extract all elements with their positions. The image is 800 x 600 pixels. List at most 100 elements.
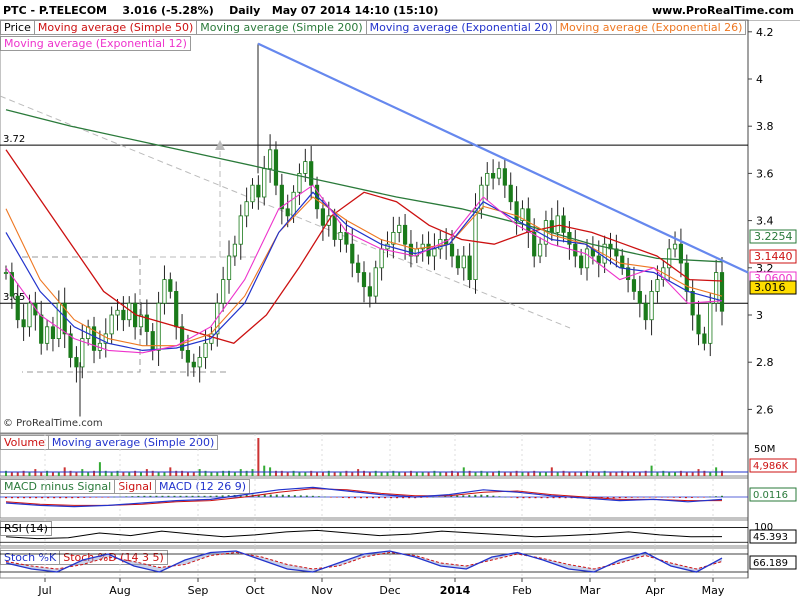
macd-hist-bar	[257, 494, 260, 497]
candle-body	[508, 184, 513, 203]
macd-hist-bar	[137, 495, 140, 497]
rsi-tick-label: 100	[754, 522, 773, 533]
candle-body	[491, 172, 496, 179]
macd-hist-bar	[672, 497, 675, 498]
volume-bar	[521, 472, 524, 476]
macd-hist-bar	[696, 497, 699, 498]
x-tick-label-9: Apr	[645, 584, 665, 597]
candle-body	[62, 302, 67, 335]
legend-ema26[interactable]: Moving average (Exponential 26)	[555, 20, 747, 35]
macd-hist-bar	[594, 497, 597, 499]
volume-bar	[216, 472, 219, 476]
volume-bar	[110, 472, 113, 476]
macd-hist-bar	[161, 495, 164, 497]
volume-bar	[175, 470, 178, 476]
volume-bar	[181, 470, 184, 476]
candle-body	[56, 302, 61, 340]
volume-bar	[409, 470, 412, 476]
candle-body	[473, 208, 478, 281]
volume-bar	[456, 472, 459, 476]
candle-body	[555, 215, 560, 233]
volume-bar	[668, 472, 671, 476]
chart-canvas: 3.72 3.05 Jul Aug Sep Oct Nov Dec 2014 Feb Mar Apr…	[0, 19, 797, 597]
chart-window: PTC - P.TELECOM 3.016 (-5.28%) Daily May…	[0, 0, 800, 600]
volume-bar	[515, 470, 518, 476]
candle-body	[356, 262, 361, 273]
volume-bar	[609, 472, 612, 476]
legend-volume-sma200[interactable]: Moving average (Simple 200)	[47, 435, 219, 450]
candle-body	[168, 279, 173, 292]
legend-volume[interactable]: Volume	[0, 435, 49, 450]
volume-bar	[386, 472, 389, 476]
macd-hist-bar	[77, 497, 80, 499]
volume-bar	[445, 472, 448, 476]
volume-bar	[198, 469, 201, 476]
macd-hist-bar	[540, 497, 543, 499]
candle-body	[15, 295, 20, 321]
volume-bar	[656, 472, 659, 476]
ma-ema12-line	[5, 184, 723, 354]
macd-hist-bar	[305, 495, 308, 497]
legend-sma50[interactable]: Moving average (Simple 50)	[33, 20, 198, 35]
volume-bar	[139, 472, 142, 476]
volume-bar	[157, 472, 160, 476]
volume-bar	[603, 470, 606, 476]
legend-price[interactable]: Price	[0, 20, 35, 35]
trendline	[257, 42, 749, 274]
ma-sma50-line	[5, 149, 723, 345]
volume-bar	[685, 472, 688, 476]
macd-hist-bar	[11, 497, 14, 499]
candle-body	[320, 208, 326, 226]
candle-body	[420, 243, 425, 250]
volume-bar	[222, 470, 225, 476]
candle-body	[127, 302, 132, 321]
candle-body	[174, 290, 179, 328]
macd-hist-bar	[209, 495, 212, 497]
candle-body	[86, 326, 91, 339]
volume-bar	[239, 469, 242, 476]
macd-hist-bar	[498, 496, 501, 497]
y-tick-label-7: 4	[756, 73, 763, 86]
macd-hist-bar	[486, 495, 489, 497]
candle-body	[438, 239, 443, 250]
legend-ema20[interactable]: Moving average (Exponential 20)	[365, 20, 557, 35]
legend-stoch-d[interactable]: Stoch %D (14 3 5)	[59, 550, 168, 565]
legend-rsi[interactable]: RSI (14)	[0, 521, 52, 536]
macd-hist-bar	[341, 497, 344, 498]
candle-body	[179, 326, 185, 351]
macd-hist-bar	[269, 494, 272, 497]
site-url[interactable]: www.ProRealTime.com	[652, 4, 794, 17]
legend-sma200[interactable]: Moving average (Simple 200)	[196, 20, 367, 35]
volume-bar	[210, 472, 213, 476]
macd-hist-bar	[372, 497, 375, 499]
candle-body	[226, 255, 232, 281]
macd-hist-bar	[71, 497, 74, 499]
volume-bar	[10, 472, 13, 476]
last-value-box-0	[749, 229, 797, 244]
candle-body	[408, 243, 414, 257]
macd-hist-bar	[450, 495, 453, 497]
volume-bar	[580, 472, 583, 476]
x-tick-label-4: Nov	[311, 584, 333, 597]
volume-bar	[192, 472, 195, 476]
candle-body	[103, 333, 108, 344]
last-value-0: 3.2254	[754, 230, 793, 243]
volume-bar	[321, 472, 324, 476]
legend-macd[interactable]: MACD (12 26 9)	[155, 479, 251, 494]
candle-body	[285, 208, 290, 217]
macd-hist-bar	[317, 496, 320, 497]
x-tick-label-7: Feb	[512, 584, 531, 597]
macd-hist-bar	[612, 497, 615, 499]
legend-macd-hist[interactable]: MACD minus Signal	[0, 479, 116, 494]
volume-bar	[421, 472, 424, 476]
legend-stoch-k[interactable]: Stoch %K	[0, 550, 61, 565]
macd-hist-bar	[408, 497, 411, 499]
legend-ema12[interactable]: Moving average (Exponential 12)	[0, 36, 191, 51]
ma-ema26-line	[5, 196, 723, 347]
macd-hist-bar	[251, 494, 254, 497]
volume-bar	[151, 470, 154, 476]
legend-macd-signal[interactable]: Signal	[114, 479, 156, 494]
macd-hist-bar	[666, 497, 669, 498]
candle-body	[74, 357, 79, 368]
volume-bar	[169, 467, 172, 476]
